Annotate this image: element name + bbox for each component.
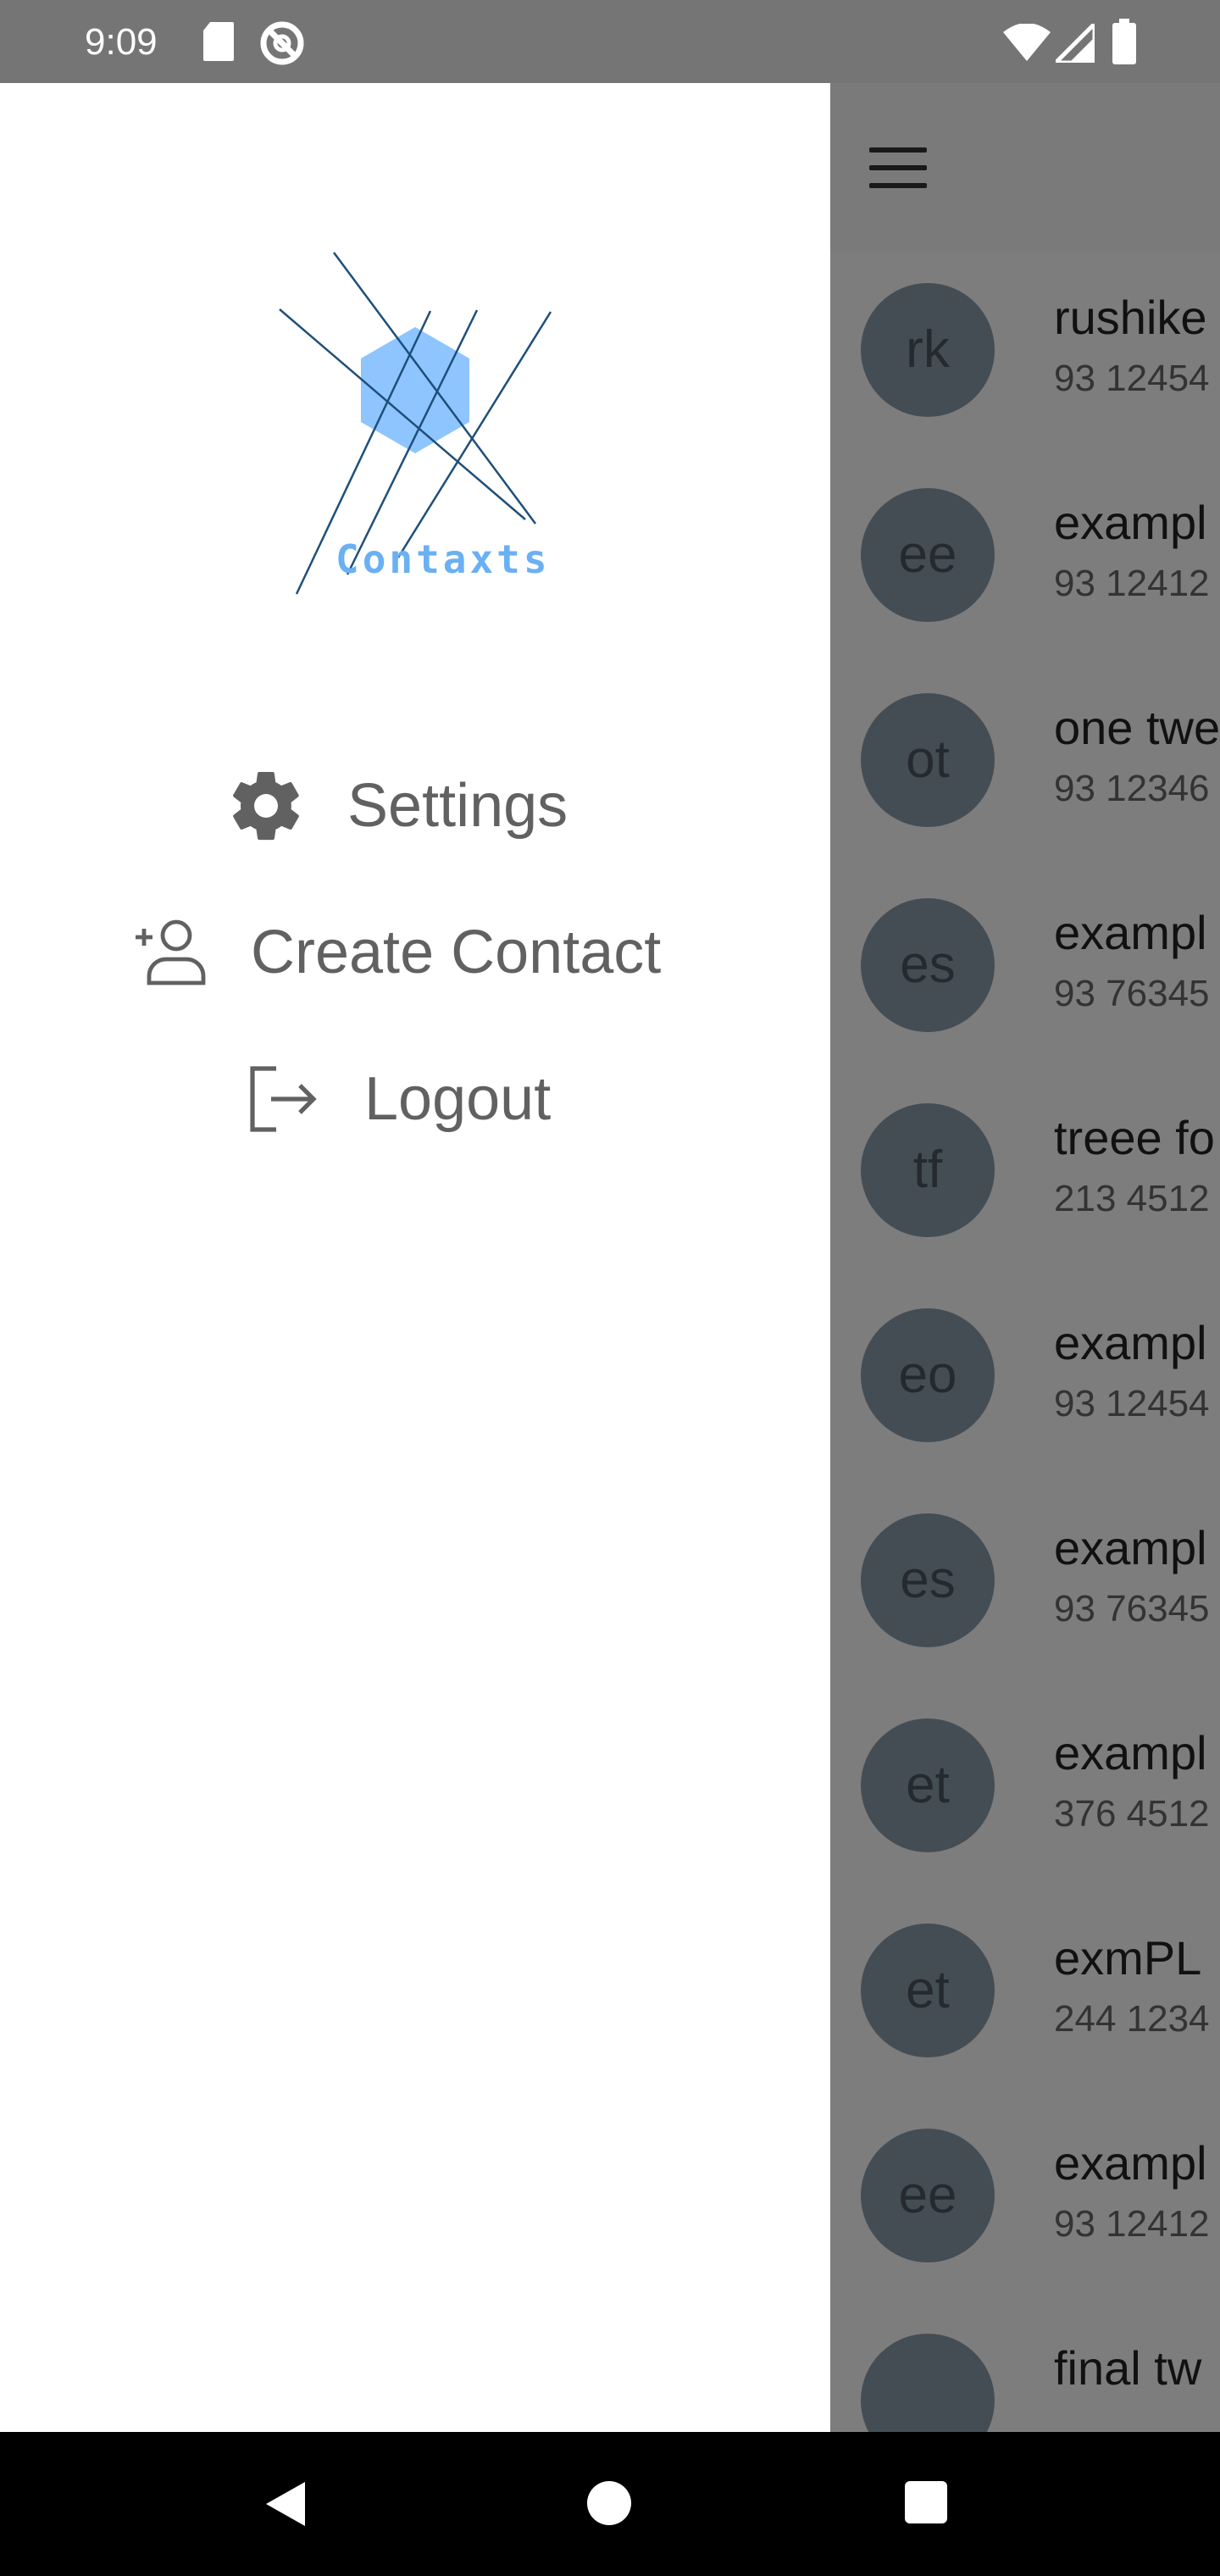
drawer-item-logout[interactable]: Logout <box>242 1058 551 1140</box>
drawer-item-create-contact[interactable]: Create Contact <box>129 912 661 993</box>
logout-icon <box>242 1058 324 1140</box>
do-not-disturb-icon <box>260 21 304 65</box>
sd-card-icon <box>203 22 234 61</box>
status-bar: 9:09 <box>0 0 1220 83</box>
signal-icon <box>1056 24 1095 63</box>
status-time: 9:09 <box>85 21 158 63</box>
navigation-drawer: Contaxts Settings Create Contact Logout <box>0 83 830 2432</box>
recents-icon[interactable] <box>905 2481 947 2523</box>
drawer-item-settings[interactable]: Settings <box>225 765 568 847</box>
drawer-item-label: Create Contact <box>251 919 662 986</box>
wifi-icon <box>1003 24 1051 61</box>
drawer-item-label: Settings <box>347 772 568 840</box>
logo-text: Contaxts <box>336 536 551 582</box>
system-nav-bar <box>0 2432 1220 2576</box>
gear-icon <box>225 765 307 847</box>
add-person-icon <box>129 912 210 993</box>
battery-icon <box>1112 19 1136 64</box>
home-icon[interactable] <box>587 2481 631 2525</box>
back-icon[interactable] <box>263 2480 310 2528</box>
drawer-item-label: Logout <box>364 1065 552 1133</box>
